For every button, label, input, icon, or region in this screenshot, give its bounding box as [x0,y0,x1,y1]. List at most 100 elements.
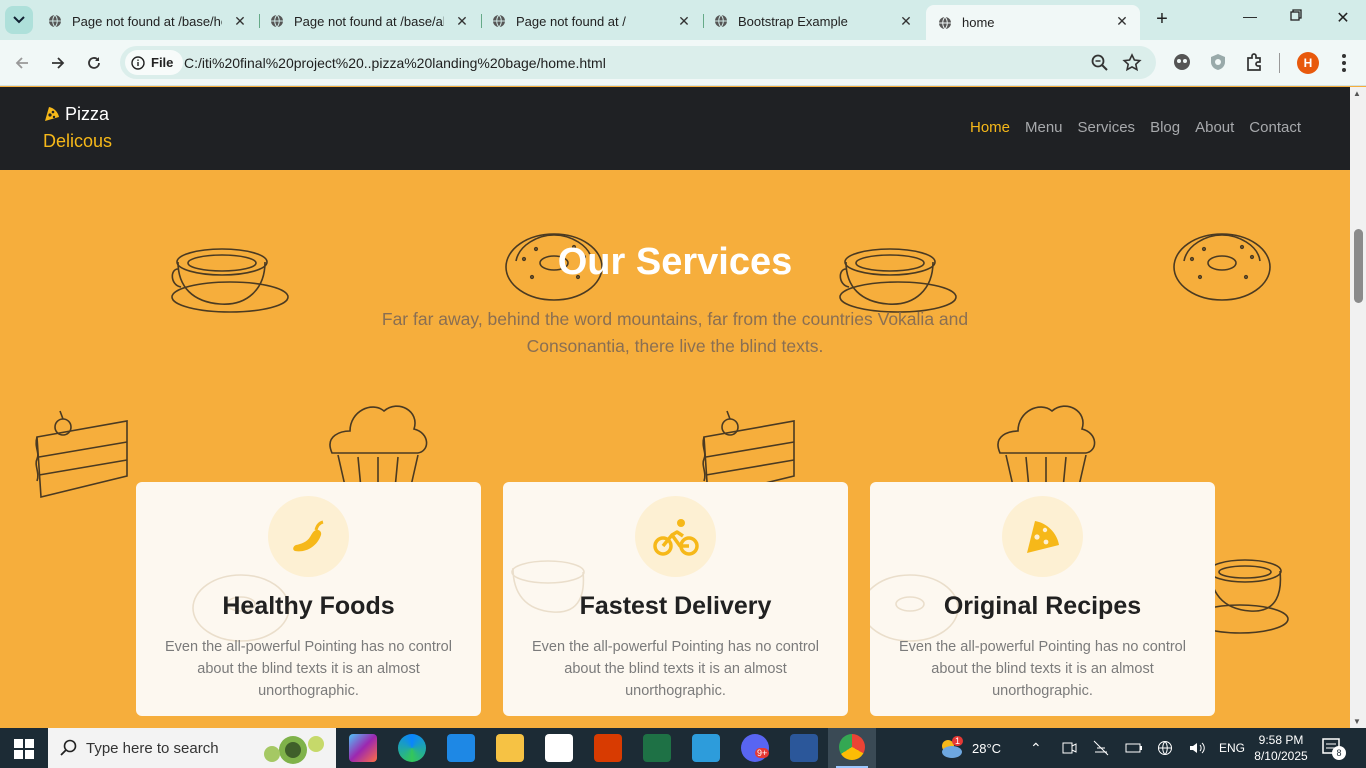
tab-title: home [962,15,995,30]
word-icon[interactable] [790,734,818,762]
page-scrollbar[interactable]: ▲ ▼ [1350,87,1366,728]
nav-link-menu[interactable]: Menu [1025,119,1063,136]
nav-link-about[interactable]: About [1195,119,1234,136]
globe-icon [715,14,727,28]
close-tab-icon[interactable]: ✕ [1114,13,1130,29]
puzzle-piece-icon[interactable] [1244,52,1264,72]
edge-browser-icon[interactable] [398,734,426,762]
bicycle-rider-icon [652,518,699,556]
office-icon[interactable] [594,734,622,762]
restore-icon [1290,9,1302,21]
globe-network-icon[interactable] [1157,740,1173,756]
brand-name: Pizza [65,104,110,124]
discord-badge: 9+ [755,748,770,758]
close-tab-icon[interactable]: ✕ [232,13,248,29]
nav-link-services[interactable]: Services [1078,119,1136,136]
discord-icon[interactable]: 9+ [741,734,770,762]
new-tab-button[interactable]: + [1150,8,1174,31]
brand-logo[interactable]: Pizza Delicous [43,101,112,155]
battery-icon[interactable] [1125,741,1143,755]
mail-icon[interactable] [545,734,573,762]
file-explorer-icon[interactable] [496,734,524,762]
weather-temp: 28°C [972,740,1002,756]
nav-link-blog[interactable]: Blog [1150,119,1180,136]
brand-tagline: Delicous [43,131,113,151]
minimize-button[interactable]: ― [1235,8,1265,24]
cake-slice-doodle [35,410,128,499]
meet-now-icon[interactable] [1061,740,1077,756]
service-card-text: Even the all-powerful Pointing has no co… [899,639,1186,699]
tab-bootstrap-example[interactable]: Bootstrap Example ✕ [702,6,924,36]
tab-page-not-found-about[interactable]: Page not found at /base/abo ✕ [258,6,480,36]
service-card-title: Fastest Delivery [579,592,772,620]
tab-page-not-found-home[interactable]: Page not found at /base/hom ✕ [36,6,258,36]
tab-home[interactable]: home ✕ [926,5,1140,40]
scroll-down-arrow-icon[interactable]: ▼ [1353,717,1361,726]
scrollbar-thumb[interactable] [1354,229,1363,303]
tab-search-button[interactable] [5,6,33,34]
profile-avatar[interactable]: H [1297,52,1319,74]
scroll-up-arrow-icon[interactable]: ▲ [1353,89,1361,98]
taskbar-search[interactable]: Type here to search [48,728,336,768]
security-chip-label: File [151,55,174,70]
chrome-taskbar-active[interactable] [828,728,876,768]
globe-icon [493,14,505,28]
windows-start-icon[interactable] [14,739,34,759]
site-navbar: Pizza Delicous Home Menu Services Blog A… [0,87,1350,170]
globe-icon [939,16,951,29]
extension-assistant-icon[interactable] [1172,52,1192,72]
site-info-chip[interactable]: File [125,50,184,75]
close-tab-icon[interactable]: ✕ [454,13,470,29]
close-tab-icon[interactable]: ✕ [898,13,914,29]
zoom-icon[interactable] [1090,53,1110,73]
language-indicator[interactable]: ENG [1219,728,1245,768]
service-card-text: Even the all-powerful Pointing has no co… [532,639,819,699]
speaker-volume-icon[interactable] [1188,740,1206,756]
globe-icon [49,14,61,28]
nav-link-home[interactable]: Home [970,119,1010,136]
taskbar-search-placeholder: Type here to search [86,739,219,757]
arrow-left-icon [15,57,28,69]
reload-button[interactable] [83,52,105,74]
pizza-slice-icon [1026,520,1059,553]
clock-date: 8/10/2025 [1254,749,1308,763]
search-icon [60,739,77,756]
tray-overflow-chevron-icon[interactable]: ⌃ [1030,728,1042,768]
shield-icon[interactable] [1208,52,1228,72]
forward-button[interactable] [47,52,69,74]
nav-link-contact[interactable]: Contact [1249,119,1301,136]
weather-widget[interactable]: 1 28°C [938,728,1001,768]
chili-pepper-icon [292,520,323,551]
excel-icon[interactable] [643,734,671,762]
reload-icon [88,57,100,69]
search-highlight-illustration-icon [264,736,324,764]
service-icon-badge [635,496,716,577]
notification-center-button[interactable]: 8 [1322,738,1346,760]
microsoft-store-icon[interactable] [447,734,475,762]
tab-title: Bootstrap Example [738,13,848,29]
service-icon-badge [268,496,349,577]
arrow-right-icon [52,57,65,69]
close-tab-icon[interactable]: ✕ [676,13,692,29]
restore-button[interactable] [1281,8,1311,24]
address-bar[interactable]: File C:/iti%20final%20project%20..pizza%… [120,46,1156,79]
no-network-icon[interactable] [1093,740,1109,756]
toolbar-divider [1279,53,1280,73]
windows-taskbar: Type here to search 9+ 1 28°C ⌃ ENG 9:58… [0,728,1366,768]
services-title: Our Services [557,241,793,283]
tab-title: Page not found at /base/hom [72,13,222,29]
url-text[interactable]: C:/iti%20final%20project%20..pizza%20lan… [184,55,606,71]
copilot-icon[interactable] [349,734,377,762]
page-viewport: Pizza Delicous Home Menu Services Blog A… [0,87,1350,728]
tab-title: Page not found at / [516,13,626,29]
kebab-menu-icon[interactable] [1336,52,1352,74]
system-clock[interactable]: 9:58 PM 8/10/2025 [1248,732,1314,764]
bookmark-star-icon[interactable] [1122,53,1142,73]
close-window-button[interactable]: ✕ [1328,8,1358,28]
vscode-icon[interactable] [692,734,720,762]
weather-badge: 1 [952,736,964,746]
service-card-text: Even the all-powerful Pointing has no co… [165,639,452,699]
tab-page-not-found-root[interactable]: Page not found at / ✕ [480,6,702,36]
main-nav: Home Menu Services Blog About Contact [970,119,1301,136]
back-button[interactable] [11,52,33,74]
